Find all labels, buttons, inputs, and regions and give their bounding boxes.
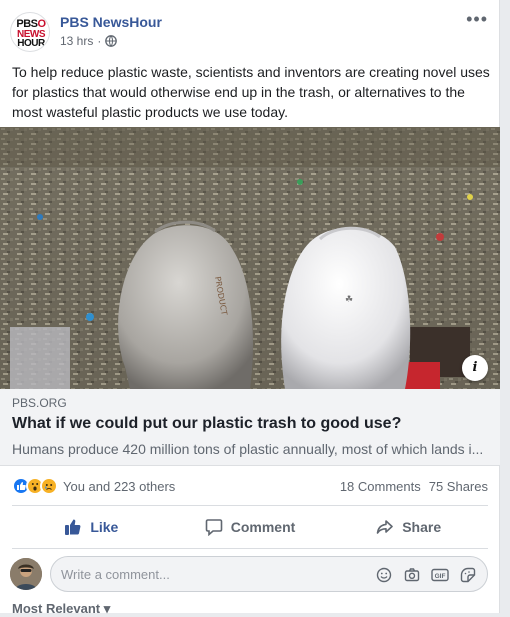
gif-icon[interactable]: GIF: [431, 566, 449, 584]
post-card: PBSO NEWS HOUR PBS NewsHour 13 hrs · •••…: [0, 0, 500, 616]
post-timestamp[interactable]: 13 hrs: [60, 34, 93, 48]
thumbs-up-icon: [65, 519, 81, 535]
scrollbar[interactable]: [500, 0, 510, 613]
camera-icon[interactable]: [403, 566, 421, 584]
comment-input[interactable]: Write a comment... GIF: [50, 556, 488, 592]
user-avatar[interactable]: [10, 558, 42, 590]
comment-sort-dropdown[interactable]: Most Relevant ▾: [12, 601, 110, 617]
link-image[interactable]: PRODUCT ☘ i: [0, 127, 500, 389]
emoji-icon[interactable]: [375, 566, 393, 584]
comment-button[interactable]: Comment: [171, 508, 330, 546]
share-button[interactable]: Share: [329, 508, 488, 546]
meta-separator: ·: [97, 34, 102, 48]
comment-composer: Write a comment... GIF: [10, 556, 490, 592]
comment-placeholder: Write a comment...: [61, 567, 170, 582]
shares-count[interactable]: 75 Shares: [429, 479, 488, 494]
page-name-link[interactable]: PBS NewsHour: [60, 14, 162, 30]
sad-reaction-icon: [40, 477, 58, 495]
reaction-icons[interactable]: [12, 477, 58, 495]
sticker-icon[interactable]: [459, 566, 477, 584]
share-icon: [376, 520, 394, 534]
post-actions: Like Comment Share: [12, 508, 488, 546]
comments-count[interactable]: 18 Comments: [340, 479, 421, 494]
divider: [12, 505, 488, 506]
divider: [12, 548, 488, 549]
svg-text:☘: ☘: [345, 295, 353, 305]
logo-text-hour: HOUR: [17, 38, 45, 49]
link-title[interactable]: What if we could put our plastic trash t…: [12, 413, 488, 435]
reaction-summary[interactable]: You and 223 others: [63, 479, 175, 494]
link-description: Humans produce 420 million tons of plast…: [12, 441, 484, 457]
globe-icon[interactable]: [105, 35, 118, 47]
share-label: Share: [402, 519, 442, 535]
svg-text:GIF: GIF: [435, 573, 446, 580]
info-icon[interactable]: i: [462, 355, 488, 381]
post-message: To help reduce plastic waste, scientists…: [12, 64, 490, 120]
link-domain: PBS.ORG: [12, 396, 67, 410]
post-meta: 13 hrs ·: [60, 34, 118, 48]
comment-label: Comment: [230, 519, 296, 535]
post-stats: You and 223 others 18 Comments 75 Shares: [12, 474, 488, 498]
like-button[interactable]: Like: [12, 508, 171, 546]
page-avatar[interactable]: PBSO NEWS HOUR: [10, 12, 50, 52]
like-label: Like: [90, 519, 119, 535]
post-header: PBSO NEWS HOUR PBS NewsHour 13 hrs · •••: [10, 10, 490, 54]
more-options-button[interactable]: •••: [466, 10, 488, 28]
comment-icon: [205, 519, 223, 536]
landfill-photo: PRODUCT ☘: [0, 127, 500, 389]
link-preview[interactable]: PBS.ORG What if we could put our plastic…: [0, 389, 500, 466]
